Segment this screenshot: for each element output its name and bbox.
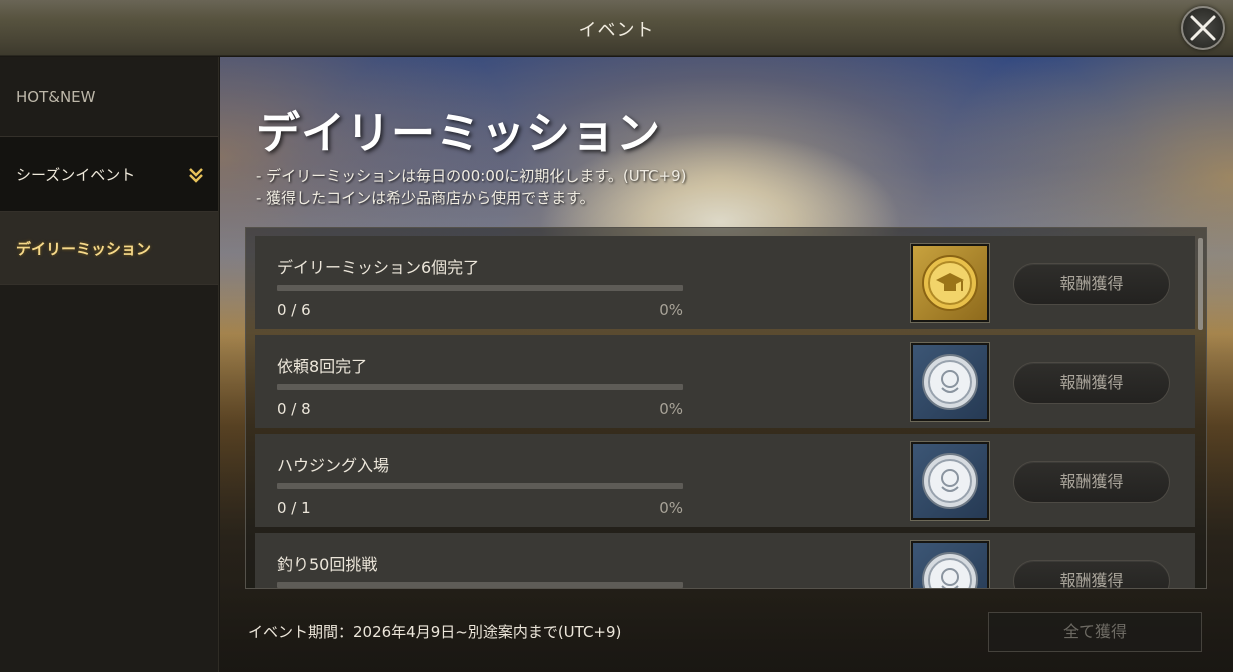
mission-count: 0 / 1	[277, 499, 311, 517]
event-main-panel: デイリーミッション - デイリーミッションは毎日の00:00に初期化します。(U…	[220, 57, 1233, 672]
gold-coin-icon	[922, 255, 978, 311]
silver-coin-icon	[922, 354, 978, 410]
mission-row: ハウジング入場 0 / 1 0% 報酬獲得	[255, 434, 1195, 527]
title-bar: イベント	[0, 0, 1233, 56]
close-icon	[1190, 15, 1216, 41]
sidebar-item-season-event[interactable]: シーズンイベント	[0, 137, 218, 212]
mission-row: 依頼8回完了 0 / 8 0% 報酬獲得	[255, 335, 1195, 428]
mission-percent: 0%	[659, 499, 683, 517]
silver-coin-icon	[922, 552, 978, 588]
claim-reward-button[interactable]: 報酬獲得	[1013, 560, 1170, 588]
progress-bar	[277, 483, 683, 489]
note-line: - 獲得したコインは希少品商店から使用できます。	[256, 189, 595, 207]
claim-reward-button[interactable]: 報酬獲得	[1013, 263, 1170, 305]
note-line: - デイリーミッションは毎日の00:00に初期化します。(UTC+9)	[256, 167, 687, 185]
reward-slot[interactable]	[910, 243, 990, 323]
mission-percent: 0%	[659, 400, 683, 418]
mission-list[interactable]: デイリーミッション6個完了 0 / 6 0% 報酬獲得 依頼8回完了 0 / 8…	[245, 227, 1207, 589]
progress-bar	[277, 384, 683, 390]
close-button[interactable]	[1181, 6, 1225, 50]
sidebar-item-hot-new[interactable]: HOT&NEW	[0, 57, 218, 137]
claim-all-button[interactable]: 全て獲得	[988, 612, 1202, 652]
silver-coin-icon	[922, 453, 978, 509]
mission-row: デイリーミッション6個完了 0 / 6 0% 報酬獲得	[255, 236, 1195, 329]
page-title: デイリーミッション	[256, 108, 661, 159]
chevron-down-icon	[189, 168, 203, 183]
event-notes: - デイリーミッションは毎日の00:00に初期化します。(UTC+9) - 獲得…	[256, 165, 686, 209]
reward-slot[interactable]	[910, 441, 990, 521]
mission-name: 依頼8回完了	[277, 357, 368, 376]
sidebar: HOT&NEW シーズンイベント デイリーミッション	[0, 57, 219, 672]
sidebar-item-label: HOT&NEW	[16, 87, 96, 106]
event-period: イベント期間：2026年4月9日~別途案内まで(UTC+9)	[248, 623, 622, 641]
scrollbar[interactable]	[1198, 238, 1203, 330]
mission-name: デイリーミッション6個完了	[277, 258, 480, 277]
reward-slot[interactable]	[910, 540, 990, 588]
mission-percent: 0%	[659, 301, 683, 319]
sidebar-item-label: デイリーミッション	[16, 239, 152, 258]
mission-row: 釣り50回挑戦 報酬獲得	[255, 533, 1195, 588]
sidebar-item-label: シーズンイベント	[16, 165, 136, 184]
window-title: イベント	[578, 20, 655, 41]
claim-reward-button[interactable]: 報酬獲得	[1013, 461, 1170, 503]
reward-slot[interactable]	[910, 342, 990, 422]
mission-count: 0 / 8	[277, 400, 311, 418]
progress-bar	[277, 582, 683, 588]
claim-reward-button[interactable]: 報酬獲得	[1013, 362, 1170, 404]
mission-name: ハウジング入場	[277, 456, 390, 475]
progress-bar	[277, 285, 683, 291]
sidebar-item-daily-mission[interactable]: デイリーミッション	[0, 212, 218, 285]
mission-count: 0 / 6	[277, 301, 311, 319]
mission-name: 釣り50回挑戦	[277, 555, 378, 574]
